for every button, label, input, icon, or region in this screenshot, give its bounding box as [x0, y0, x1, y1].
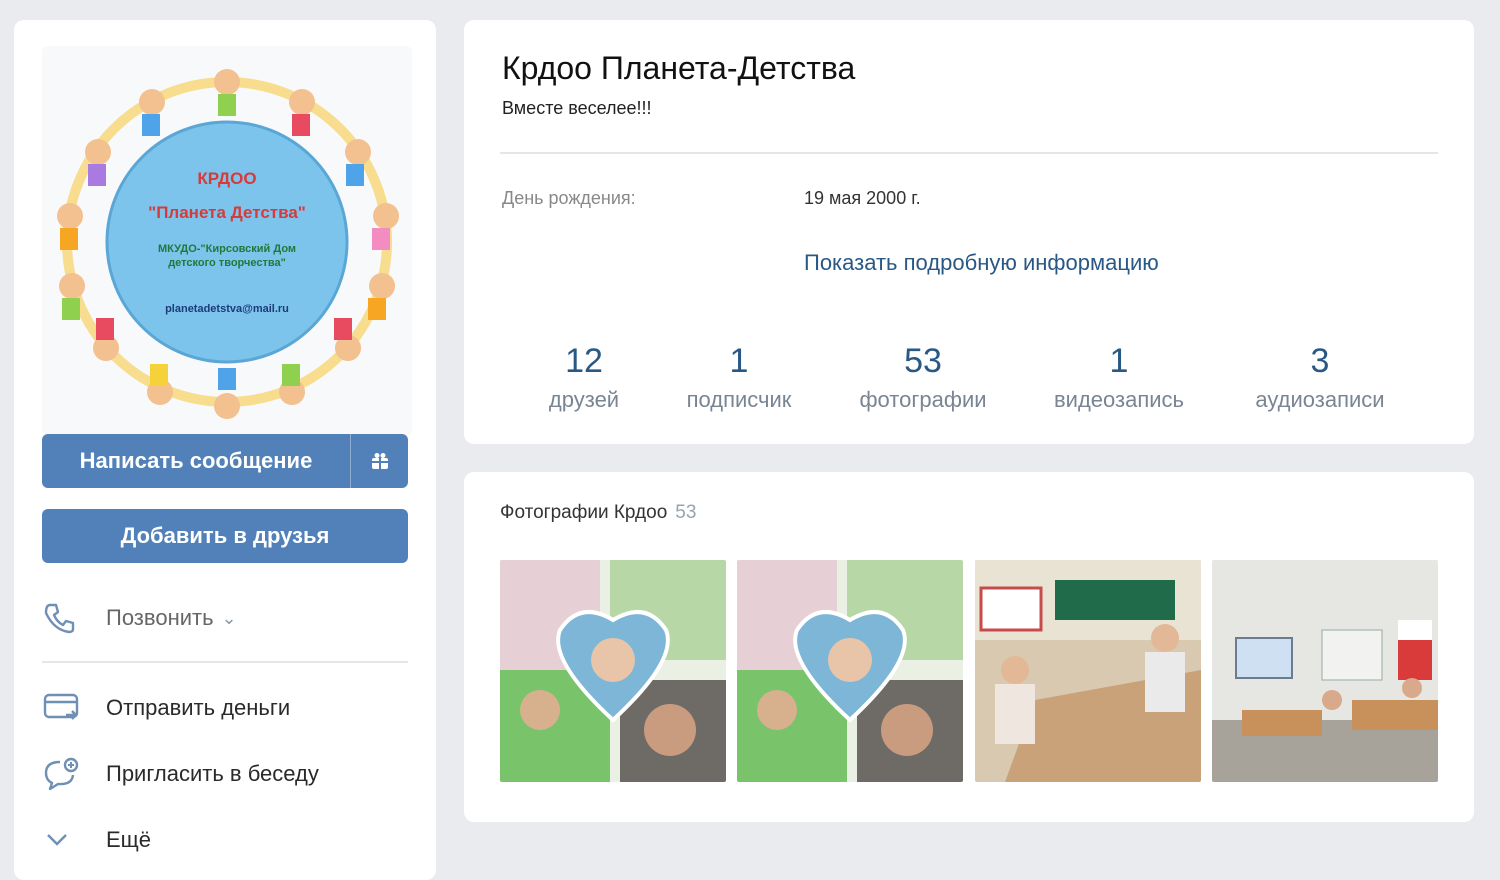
counter-friends-label: друзей	[548, 387, 620, 412]
avatar-illustration: КРДОО "Планета Детства" МКУДО-"Кирсовски…	[57, 69, 399, 419]
avatar-text-email: planetadetstva@mail.ru	[165, 303, 289, 315]
counter-audios-label: аудиозаписи	[1255, 387, 1385, 412]
phone-icon	[42, 598, 92, 638]
photos-header[interactable]: Фотографии Крдоо 53	[500, 502, 696, 524]
birthday-value[interactable]: 19 мая 2000 г.	[804, 188, 921, 209]
invite-to-chat-button[interactable]: Пригласить в беседу	[42, 754, 408, 794]
counter-photos[interactable]: 53 фотографии	[859, 342, 986, 413]
more-actions-label: Ещё	[106, 827, 152, 852]
avatar-text-name: "Планета Детства"	[148, 203, 306, 222]
counter-followers-number: 1	[729, 342, 749, 380]
counter-friends-number: 12	[565, 342, 603, 380]
photo-thumbnail[interactable]	[737, 560, 963, 782]
photo-thumbnail[interactable]	[500, 560, 726, 782]
profile-name: Крдоо Планета-Детства	[502, 50, 856, 86]
profile-avatar[interactable]: КРДОО "Планета Детства" МКУДО-"Кирсовски…	[42, 46, 412, 436]
money-transfer-icon	[42, 688, 92, 728]
counter-videos-label: видеозапись	[1053, 387, 1185, 412]
photos-title: Фотографии Крдоо	[500, 502, 668, 523]
sidebar-divider	[42, 661, 408, 663]
more-actions-button[interactable]: Ещё	[42, 820, 408, 860]
profile-divider	[500, 152, 1438, 154]
counter-followers[interactable]: 1 подписчик	[687, 342, 792, 413]
call-button[interactable]: Позвонить ⌄	[42, 598, 408, 638]
counter-audios[interactable]: 3 аудиозаписи	[1255, 342, 1384, 413]
photo-thumbnail[interactable]	[975, 560, 1201, 782]
profile-info-card: Крдоо Планета-Детства Вместе веселее!!! …	[464, 20, 1474, 444]
chevron-down-icon: ⌄	[221, 607, 237, 628]
photos-count: 53	[675, 502, 697, 523]
send-money-button[interactable]: Отправить деньги	[42, 688, 408, 728]
add-friend-button[interactable]: Добавить в друзья	[42, 509, 408, 563]
profile-sidebar: КРДОО "Планета Детства" МКУДО-"Кирсовски…	[14, 20, 436, 880]
show-more-info-link[interactable]: Показать подробную информацию	[804, 250, 1159, 276]
send-money-label: Отправить деньги	[106, 695, 291, 720]
counter-photos-number: 53	[904, 342, 942, 380]
photos-card: Фотографии Крдоо 53	[464, 472, 1474, 822]
invite-to-chat-label: Пригласить в беседу	[106, 761, 319, 786]
write-message-label: Написать сообщение	[79, 448, 313, 473]
counter-videos-number: 1	[1109, 342, 1129, 380]
avatar-text-top: КРДОО	[197, 169, 256, 188]
counter-photos-label: фотографии	[859, 387, 987, 412]
profile-status: Вместе веселее!!!	[502, 98, 652, 118]
counter-followers-label: подписчик	[686, 387, 792, 412]
photo-thumbnail[interactable]	[1212, 560, 1438, 782]
write-message-button[interactable]: Написать сообщение	[42, 434, 408, 488]
counter-friends[interactable]: 12 друзей	[549, 342, 619, 413]
counter-videos[interactable]: 1 видеозапись	[1054, 342, 1184, 413]
call-label: Позвонить	[106, 605, 214, 630]
gift-icon[interactable]	[351, 434, 408, 488]
counter-audios-number: 3	[1310, 342, 1330, 380]
avatar-text-org: МКУДО-"Кирсовский Дом детского творчеств…	[157, 243, 297, 269]
chat-invite-icon	[42, 754, 92, 794]
birthday-label: День рождения:	[502, 188, 636, 208]
more-chevron-icon	[42, 820, 92, 860]
